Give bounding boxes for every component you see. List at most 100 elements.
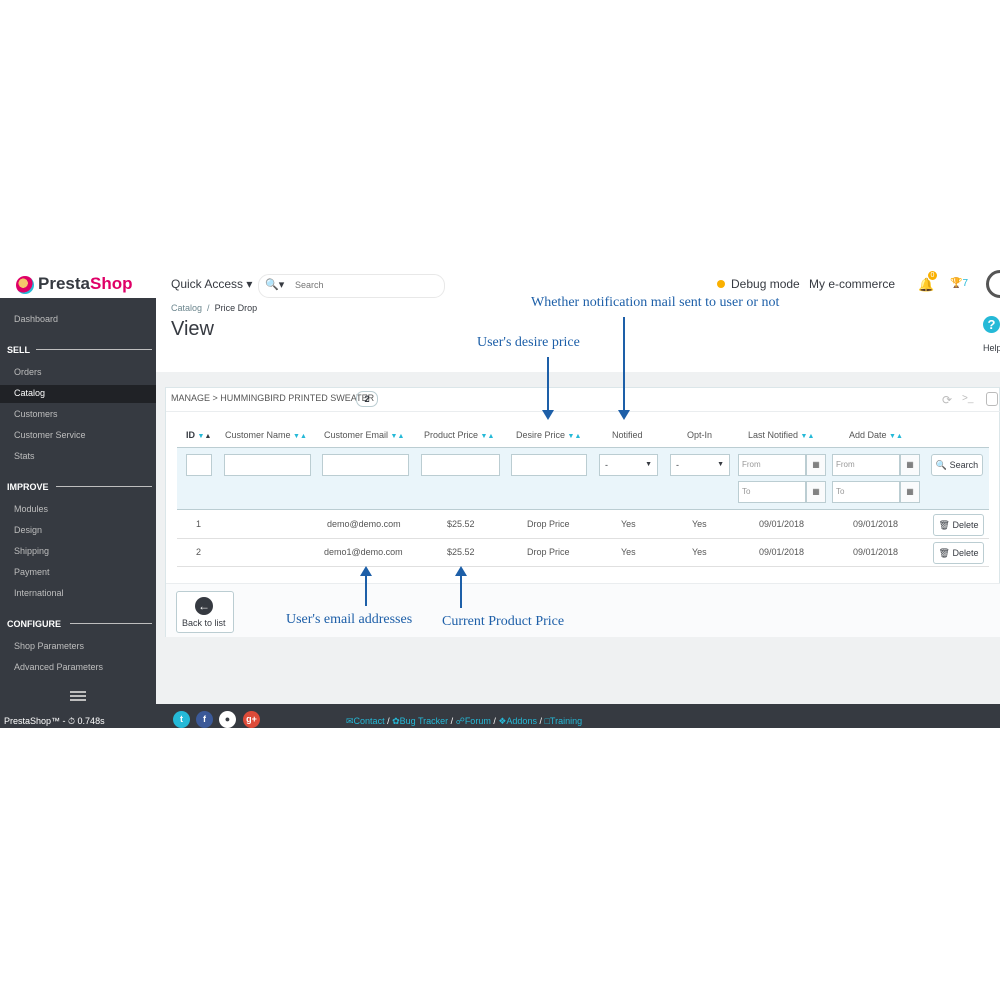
annotation-arrow-email xyxy=(360,566,372,606)
help-icon[interactable]: ? xyxy=(983,316,1000,333)
annotation-desire-price: User's desire price xyxy=(477,335,580,350)
search-input[interactable] xyxy=(295,276,435,294)
column-label: Customer Name xyxy=(225,430,291,440)
sidebar-item-shipping[interactable]: Shipping xyxy=(14,546,49,556)
annotation-arrow-notified xyxy=(618,317,630,420)
trophy-count: 7 xyxy=(962,278,969,289)
sidebar-item-customers[interactable]: Customers xyxy=(14,409,58,419)
row-divider xyxy=(177,566,989,567)
sort-icon[interactable]: ▼▲ xyxy=(293,433,307,440)
search-icon[interactable]: 🔍▾ xyxy=(265,278,284,291)
footer-links: ✉Contact / ✿Bug Tracker / ☍Forum / ❖Addo… xyxy=(346,716,583,726)
cell-optin: Yes xyxy=(692,547,707,557)
cell-optin: Yes xyxy=(692,519,707,529)
facebook-icon[interactable]: f xyxy=(196,711,213,728)
column-header-id[interactable]: ID ▼▲ xyxy=(186,430,211,440)
footer-link-forum[interactable]: Forum xyxy=(465,716,491,726)
filter-last-notified-from[interactable]: From xyxy=(738,454,806,476)
sort-asc-icon[interactable]: ▲ xyxy=(204,433,211,440)
debug-mode-label[interactable]: Debug mode xyxy=(731,277,800,291)
cell-email: demo@demo.com xyxy=(327,519,401,529)
refresh-icon[interactable]: ⟳ xyxy=(942,393,952,407)
column-header-product-price[interactable]: Product Price ▼▲ xyxy=(424,430,494,440)
filter-optin-select[interactable]: - ▼ xyxy=(670,454,730,476)
database-export-icon[interactable] xyxy=(986,392,998,406)
search-button[interactable]: 🔍 Search xyxy=(931,454,983,476)
filter-last-notified-to[interactable]: To xyxy=(738,481,806,503)
annotation-product-price: Current Product Price xyxy=(442,614,565,629)
menu-collapse-icon[interactable] xyxy=(70,691,86,701)
trash-icon: 🗑 xyxy=(938,520,950,530)
twitter-icon[interactable]: t xyxy=(173,711,190,728)
cell-add-date: 09/01/2018 xyxy=(853,519,899,529)
sidebar-item-catalog[interactable]: Catalog xyxy=(14,388,45,398)
column-label: Last Notified xyxy=(748,430,799,440)
sort-icon[interactable]: ▼▲ xyxy=(391,433,405,440)
column-header-customer-email[interactable]: Customer Email ▼▲ xyxy=(324,430,404,440)
footer-link-contact[interactable]: Contact xyxy=(354,716,385,726)
quick-access-dropdown[interactable]: Quick Access ▾ xyxy=(171,277,252,291)
sort-icon[interactable]: ▼▲ xyxy=(889,433,903,440)
filter-customer-email-input[interactable] xyxy=(322,454,409,476)
sql-query-icon[interactable]: >_ xyxy=(962,393,973,404)
footer-link-training[interactable]: Training xyxy=(550,716,582,726)
bug-icon: ✿ xyxy=(392,716,400,726)
trash-icon: 🗑 xyxy=(938,548,950,558)
cell-id: 1 xyxy=(196,519,202,529)
shop-name-link[interactable]: My e-commerce xyxy=(809,277,895,291)
cell-desire-price: Drop Price xyxy=(527,519,570,529)
cell-product-price: $25.52 xyxy=(447,547,475,557)
sidebar-item-modules[interactable]: Modules xyxy=(14,504,48,514)
column-header-desire-price[interactable]: Desire Price ▼▲ xyxy=(516,430,581,440)
sidebar-item-shop-parameters[interactable]: Shop Parameters xyxy=(14,641,84,651)
sidebar-item-stats[interactable]: Stats xyxy=(14,451,35,461)
column-header-add-date[interactable]: Add Date ▼▲ xyxy=(849,430,903,440)
sidebar-section-configure: CONFIGURE xyxy=(7,619,61,629)
filter-id-input[interactable] xyxy=(186,454,212,476)
search-button-label: Search xyxy=(949,460,979,470)
prestashop-logo-icon[interactable] xyxy=(16,276,34,294)
cell-last-notified: 09/01/2018 xyxy=(759,547,805,557)
annotation-arrow-price xyxy=(455,566,467,608)
trophy-icon[interactable]: 🏆7 xyxy=(950,278,968,289)
column-label: ID xyxy=(186,430,195,440)
filter-notified-select[interactable]: - ▼ xyxy=(599,454,658,476)
sort-icon[interactable]: ▼▲ xyxy=(568,433,582,440)
filter-customer-name-input[interactable] xyxy=(224,454,311,476)
calendar-icon[interactable]: ▦ xyxy=(900,454,920,476)
column-header-customer-name[interactable]: Customer Name ▼▲ xyxy=(225,430,307,440)
delete-button[interactable]: 🗑 Delete xyxy=(933,542,984,564)
sidebar-item-advanced-parameters[interactable]: Advanced Parameters xyxy=(14,662,103,672)
sidebar-item-design[interactable]: Design xyxy=(14,525,42,535)
sidebar-item-orders[interactable]: Orders xyxy=(14,367,42,377)
sidebar-divider xyxy=(36,349,152,350)
footer-link-addons[interactable]: Addons xyxy=(506,716,537,726)
column-header-opt-in: Opt-In xyxy=(687,430,713,440)
filter-product-price-input[interactable] xyxy=(421,454,500,476)
cell-last-notified: 09/01/2018 xyxy=(759,519,805,529)
calendar-icon[interactable]: ▦ xyxy=(900,481,920,503)
column-header-last-notified[interactable]: Last Notified ▼▲ xyxy=(748,430,814,440)
sort-icon[interactable]: ▼▲ xyxy=(801,433,815,440)
google-plus-icon[interactable]: g+ xyxy=(243,711,260,728)
footer-link-bug-tracker[interactable]: Bug Tracker xyxy=(400,716,449,726)
delete-button[interactable]: 🗑 Delete xyxy=(933,514,984,536)
sidebar-item-dashboard[interactable]: Dashboard xyxy=(14,314,58,324)
annotation-email: User's email addresses xyxy=(286,612,413,627)
help-label[interactable]: Help xyxy=(983,343,1000,353)
filter-desire-price-input[interactable] xyxy=(511,454,587,476)
filter-add-date-from[interactable]: From xyxy=(832,454,900,476)
envelope-icon: ✉ xyxy=(346,716,354,726)
github-icon[interactable]: ● xyxy=(219,711,236,728)
sidebar-item-payment[interactable]: Payment xyxy=(14,567,50,577)
calendar-icon[interactable]: ▦ xyxy=(806,481,826,503)
breadcrumb-parent[interactable]: Catalog xyxy=(171,303,202,313)
sort-icon[interactable]: ▼▲ xyxy=(481,433,495,440)
sidebar-divider xyxy=(56,486,152,487)
sidebar-item-international[interactable]: International xyxy=(14,588,64,598)
filter-add-date-to[interactable]: To xyxy=(832,481,900,503)
calendar-icon[interactable]: ▦ xyxy=(806,454,826,476)
debug-mode-indicator-icon xyxy=(717,280,725,288)
sidebar-item-customer-service[interactable]: Customer Service xyxy=(14,430,86,440)
brand-logo-text[interactable]: PrestaShop xyxy=(38,274,132,294)
